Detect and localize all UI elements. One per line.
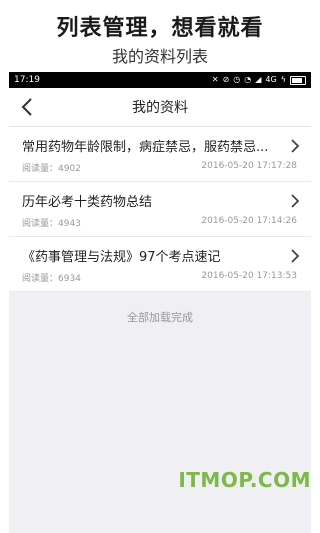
notification-icon: ✕ <box>211 75 219 84</box>
promo-subtitle: 我的资料列表 <box>111 47 208 66</box>
silent-icon: ⊘ <box>222 75 230 84</box>
phone-screen: 17:19 ✕ ⊘ ◷ ◔ ◢ 4G ϟ 我的资料 常用药物年龄限制，病症禁忌，… <box>9 72 311 533</box>
list-item[interactable]: 常用药物年龄限制，病症禁忌，服药禁忌... 阅读量：4902 2016-05-2… <box>9 127 311 182</box>
page-title: 我的资料 <box>132 100 188 116</box>
chevron-right-icon <box>291 139 300 153</box>
chevron-left-icon <box>21 98 32 116</box>
promo-title: 列表管理，想看就看 <box>56 16 264 41</box>
item-title: 《药事管理与法规》97个考点速记 <box>22 250 221 265</box>
status-time: 17:19 <box>14 75 40 85</box>
nav-bar: 我的资料 <box>9 88 311 127</box>
load-complete-text: 全部加载完成 <box>127 311 193 324</box>
list-item[interactable]: 历年必考十类药物总结 阅读量：4943 2016-05-20 17:14:26 <box>9 182 311 237</box>
chevron-right-icon <box>291 194 300 208</box>
list-item[interactable]: 《药事管理与法规》97个考点速记 阅读量：6934 2016-05-20 17:… <box>9 237 311 292</box>
charging-icon: ϟ <box>280 75 286 84</box>
item-read-count: 阅读量：4902 <box>22 164 81 174</box>
item-date: 2016-05-20 17:13:53 <box>201 271 297 281</box>
item-date: 2016-05-20 17:17:28 <box>201 161 297 171</box>
item-title: 常用药物年龄限制，病症禁忌，服药禁忌... <box>22 140 269 155</box>
item-date: 2016-05-20 17:14:26 <box>201 216 297 226</box>
watermark-logo: ITMOP.COM <box>178 468 311 492</box>
status-bar: 17:19 ✕ ⊘ ◷ ◔ ◢ 4G ϟ <box>9 72 311 88</box>
signal-icon: ◢ <box>255 75 262 84</box>
status-icons: ✕ ⊘ ◷ ◔ ◢ 4G ϟ <box>211 75 306 85</box>
chevron-right-icon <box>291 249 300 263</box>
item-read-count: 阅读量：6934 <box>22 274 81 284</box>
network-type: 4G <box>265 75 277 84</box>
alarm-icon: ◷ <box>233 75 241 84</box>
wifi-icon: ◔ <box>244 75 252 84</box>
item-title: 历年必考十类药物总结 <box>22 195 153 210</box>
item-read-count: 阅读量：4943 <box>22 219 81 229</box>
back-button[interactable] <box>15 94 39 120</box>
battery-icon <box>290 75 306 85</box>
